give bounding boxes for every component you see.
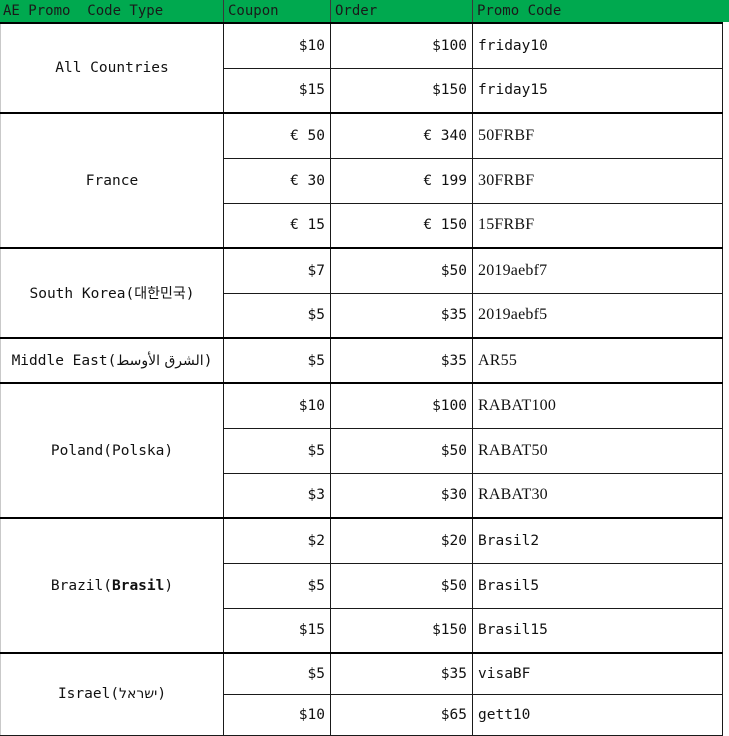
coupon-value: $2 bbox=[223, 517, 331, 564]
promo-code-value[interactable]: friday15 bbox=[472, 67, 723, 114]
promo-code-value[interactable]: Brasil5 bbox=[472, 562, 723, 609]
table-row: Middle East(الشرق الأوسط) $5 $35 AR55 bbox=[0, 337, 723, 384]
column-header-coupon: Coupon bbox=[223, 0, 330, 22]
country-label: All Countries bbox=[0, 22, 224, 114]
column-header-promo-code: Promo Code bbox=[472, 0, 729, 22]
promo-code-value[interactable]: AR55 bbox=[472, 337, 723, 384]
table-row: All Countries $10 $100 friday10 bbox=[0, 22, 723, 114]
promo-table: All Countries $10 $100 friday10 $15 $150 frida… bbox=[0, 22, 723, 736]
promo-code-value[interactable]: 2019aebf5 bbox=[472, 292, 723, 339]
coupon-value: $10 bbox=[223, 382, 331, 429]
promo-code-value[interactable]: Brasil15 bbox=[472, 607, 723, 654]
table-row: Israel(ישראל) $5 $35 visaBF bbox=[0, 652, 723, 736]
order-value: $50 bbox=[330, 562, 473, 609]
promo-code-value[interactable]: 50FRBF bbox=[472, 112, 723, 159]
coupon-value: $5 bbox=[223, 652, 331, 695]
promo-code-value[interactable]: 15FRBF bbox=[472, 202, 723, 249]
order-value: $20 bbox=[330, 517, 473, 564]
promo-code-value[interactable]: RABAT30 bbox=[472, 472, 723, 519]
order-value: $35 bbox=[330, 652, 473, 695]
country-label: Middle East(الشرق الأوسط) bbox=[0, 337, 224, 384]
coupon-value: $10 bbox=[223, 22, 331, 69]
coupon-value: $5 bbox=[223, 562, 331, 609]
country-label: Brazil(Brasil) bbox=[0, 517, 224, 654]
promo-code-value[interactable]: gett10 bbox=[472, 693, 723, 736]
promo-table-body: All Countries $10 $100 friday10 $15 $150 frida… bbox=[0, 22, 723, 736]
order-value: $35 bbox=[330, 337, 473, 384]
coupon-value: $5 bbox=[223, 427, 331, 474]
promo-code-value[interactable]: friday10 bbox=[472, 22, 723, 69]
column-header-promo-code-type: AE Promo Code Type bbox=[3, 3, 164, 19]
coupon-value: $5 bbox=[223, 292, 331, 339]
country-label: Poland(Polska) bbox=[0, 382, 224, 519]
order-value: $100 bbox=[330, 22, 473, 69]
coupon-value: $15 bbox=[223, 67, 331, 114]
order-value: $50 bbox=[330, 247, 473, 294]
promo-code-value[interactable]: 30FRBF bbox=[472, 157, 723, 204]
table-row: Poland(Polska) $10 $100 RABAT100 bbox=[0, 382, 723, 519]
table-row: Brazil(Brasil) $2 $20 Brasil2 bbox=[0, 517, 723, 654]
order-value: $150 bbox=[330, 67, 473, 114]
coupon-value: $5 bbox=[223, 337, 331, 384]
order-value: $35 bbox=[330, 292, 473, 339]
country-label: South Korea(대한민국) bbox=[0, 247, 224, 339]
order-value: $50 bbox=[330, 427, 473, 474]
order-value: € 340 bbox=[330, 112, 473, 159]
table-header-row: AE Promo Code Type Coupon Order Promo Co… bbox=[0, 0, 729, 22]
country-label: Israel(ישראל) bbox=[0, 652, 224, 736]
order-value: $65 bbox=[330, 693, 473, 736]
coupon-value: € 50 bbox=[223, 112, 331, 159]
promo-code-value[interactable]: RABAT100 bbox=[472, 382, 723, 429]
promo-table-wrapper: All Countries $10 $100 friday10 $15 $150 frida… bbox=[0, 22, 723, 736]
order-value: $100 bbox=[330, 382, 473, 429]
coupon-value: $15 bbox=[223, 607, 331, 654]
column-header-order: Order bbox=[330, 0, 472, 22]
promo-code-value[interactable]: Brasil2 bbox=[472, 517, 723, 564]
coupon-value: € 15 bbox=[223, 202, 331, 249]
promo-code-value[interactable]: visaBF bbox=[472, 652, 723, 695]
table-row: France € 50 € 340 50FRBF bbox=[0, 112, 723, 249]
promo-code-table-page: AE Promo Code Type Coupon Order Promo Co… bbox=[0, 0, 729, 736]
order-value: $30 bbox=[330, 472, 473, 519]
coupon-value: $7 bbox=[223, 247, 331, 294]
coupon-value: $3 bbox=[223, 472, 331, 519]
promo-code-value[interactable]: RABAT50 bbox=[472, 427, 723, 474]
order-value: € 199 bbox=[330, 157, 473, 204]
order-value: € 150 bbox=[330, 202, 473, 249]
coupon-value: € 30 bbox=[223, 157, 331, 204]
promo-code-value[interactable]: 2019aebf7 bbox=[472, 247, 723, 294]
coupon-value: $10 bbox=[223, 693, 331, 736]
country-label: France bbox=[0, 112, 224, 249]
order-value: $150 bbox=[330, 607, 473, 654]
table-row: South Korea(대한민국) $7 $50 2019aebf7 bbox=[0, 247, 723, 339]
